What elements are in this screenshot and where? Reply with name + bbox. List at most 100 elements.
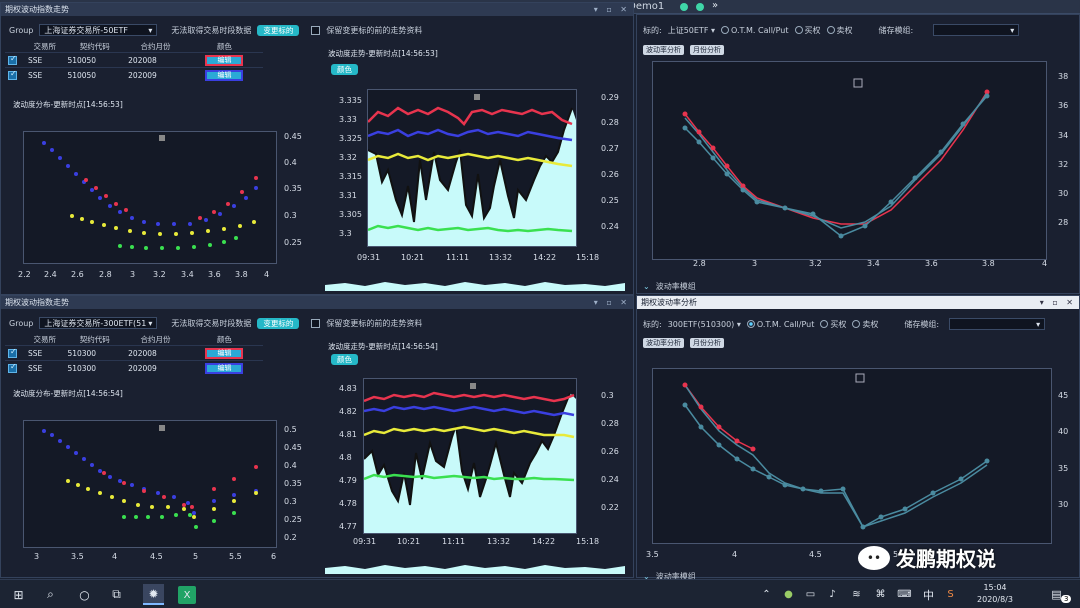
keyboard-icon[interactable]: ⌨ bbox=[894, 584, 915, 605]
underlying-select[interactable]: 300ETF(510300) ▾ bbox=[668, 320, 741, 329]
overview-strip[interactable] bbox=[325, 560, 625, 574]
table-row[interactable]: SSE510300202008 编辑 bbox=[5, 345, 263, 361]
table-row[interactable]: SSE510050202009 编辑 bbox=[5, 67, 263, 83]
tick-label: 0.24 bbox=[601, 475, 619, 484]
keep-history-label: 保留变更标的前的走势资料 bbox=[326, 318, 423, 328]
window-controls[interactable]: ▾ ▫ ✕ bbox=[594, 3, 630, 16]
radio-icon bbox=[826, 26, 835, 34]
edit-color-button[interactable]: 编辑 bbox=[205, 362, 244, 374]
tab-month-analysis[interactable]: 月份分析 bbox=[690, 45, 724, 55]
edit-color-button[interactable]: 编辑 bbox=[205, 54, 244, 66]
chevron-down-icon: ▾ bbox=[1036, 320, 1041, 329]
plot-handle[interactable] bbox=[855, 373, 865, 383]
windows-start-icon[interactable]: ⊞ bbox=[8, 584, 29, 605]
keep-history-checkbox[interactable] bbox=[311, 25, 321, 35]
keep-history-checkbox[interactable] bbox=[311, 318, 321, 328]
put-radio[interactable]: 卖权 bbox=[826, 25, 853, 36]
overview-strip[interactable] bbox=[325, 277, 625, 291]
tick-label: 2.2 bbox=[18, 270, 31, 279]
chevron-up-icon[interactable]: ⌃ bbox=[756, 584, 777, 605]
col-exchange: 交易所 bbox=[33, 335, 56, 344]
vol-trend-plot[interactable] bbox=[363, 378, 577, 534]
row-checkbox[interactable] bbox=[8, 69, 17, 80]
wifi-icon[interactable]: ≋ bbox=[846, 584, 867, 605]
table-row[interactable]: SSE510050202008 编辑 bbox=[5, 52, 263, 68]
edit-color-button[interactable]: 编辑 bbox=[205, 69, 244, 81]
otm-radio[interactable]: O.T.M. Call/Put bbox=[721, 26, 789, 35]
underlying-select[interactable]: 上证50ETF ▾ bbox=[668, 25, 715, 36]
no-data-text: 无法取得交易时段数据 bbox=[171, 318, 252, 328]
tab-month-analysis[interactable]: 月份分析 bbox=[690, 338, 724, 348]
no-data-text: 无法取得交易时段数据 bbox=[171, 25, 252, 35]
call-radio[interactable]: 买权 bbox=[794, 25, 821, 36]
chevron-down-icon: ▾ bbox=[736, 319, 741, 329]
window-controls[interactable]: ▾ ▫ ✕ bbox=[594, 296, 630, 309]
tab-vol-analysis[interactable]: 波动率分析 bbox=[643, 45, 684, 55]
collapse-icon[interactable]: » bbox=[712, 0, 718, 11]
search-icon[interactable]: ⌕ bbox=[40, 584, 61, 605]
tick-label: 30 bbox=[1058, 189, 1069, 198]
underlying-label: 标的: bbox=[643, 25, 662, 35]
ime-indicator[interactable]: 中 bbox=[918, 584, 939, 605]
tick-label: 3.325 bbox=[339, 134, 362, 143]
plot-handle[interactable] bbox=[474, 94, 480, 100]
status-dot-2[interactable] bbox=[696, 3, 704, 11]
plot-handle[interactable] bbox=[853, 78, 863, 88]
excel-icon[interactable]: X bbox=[178, 586, 196, 604]
otm-radio[interactable]: O.T.M. Call/Put bbox=[746, 320, 814, 329]
app-taskbar-icon[interactable]: ✹ bbox=[143, 584, 164, 605]
change-underlying-button[interactable]: 变更标的 bbox=[257, 24, 300, 36]
exchange-select[interactable]: 上海证券交易所-50ETF ▾ bbox=[39, 24, 158, 36]
vol-distribution-plot[interactable] bbox=[23, 420, 277, 548]
tick-label: 4.82 bbox=[339, 407, 357, 416]
exchange-select[interactable]: 上海证券交易所-300ETF(51 ▾ bbox=[39, 317, 158, 329]
vol-distribution-plot[interactable] bbox=[23, 131, 277, 264]
battery-icon[interactable]: ▭ bbox=[800, 584, 821, 605]
clock-time[interactable]: 15:04 bbox=[970, 583, 1020, 592]
status-dot-1[interactable] bbox=[680, 3, 688, 11]
row-checkbox[interactable] bbox=[8, 54, 17, 65]
dist-red-series bbox=[84, 176, 258, 220]
model-footer[interactable]: ⌄ 波动率模组 bbox=[643, 281, 696, 292]
vol-trend-plot[interactable] bbox=[367, 89, 577, 247]
tick-label: 09:31 bbox=[353, 537, 377, 546]
tab-vol-analysis[interactable]: 波动率分析 bbox=[643, 338, 684, 348]
save-model-select[interactable]: ▾ bbox=[949, 318, 1046, 330]
cortana-icon[interactable]: ○ bbox=[74, 584, 95, 605]
volume-icon[interactable]: ♪ bbox=[822, 584, 843, 605]
taskbar: ⊞ ⌕ ○ ⧉ ✹ X ⌃ ● ▭ ♪ ≋ ⌘ ⌨ 中 S 15:04 2020… bbox=[0, 579, 1080, 608]
tick-label: 11:11 bbox=[446, 253, 470, 262]
color-button[interactable]: 颜色 bbox=[331, 354, 358, 365]
sogou-icon[interactable]: S bbox=[940, 584, 961, 605]
edit-color-button[interactable]: 编辑 bbox=[205, 347, 244, 359]
clock-date[interactable]: 2020/8/3 bbox=[966, 595, 1024, 604]
put-radio[interactable]: 卖权 bbox=[852, 319, 878, 330]
tick-label: 0.24 bbox=[601, 222, 619, 231]
vol-smile-plot[interactable] bbox=[652, 368, 1052, 544]
call-radio[interactable]: 买权 bbox=[820, 319, 846, 330]
tick-label: 34 bbox=[1058, 131, 1069, 140]
plot-handle[interactable] bbox=[470, 383, 476, 389]
color-button[interactable]: 颜色 bbox=[331, 64, 358, 75]
dist-green-series bbox=[118, 236, 238, 250]
exchange-value: 上海证券交易所-300ETF(51 bbox=[44, 319, 147, 328]
table-row[interactable]: SSE510300202009 编辑 bbox=[5, 360, 263, 376]
col-month: 合约月份 bbox=[140, 42, 171, 51]
row-checkbox[interactable] bbox=[8, 347, 17, 358]
network-icon[interactable]: ⌘ bbox=[870, 584, 891, 605]
save-model-select[interactable]: ▾ bbox=[933, 24, 1020, 36]
panel-title-bar: 期权波动率分析 ▾ ▫ ✕ bbox=[637, 296, 1079, 309]
tray-app-icon[interactable]: ● bbox=[778, 584, 799, 605]
change-underlying-button[interactable]: 变更标的 bbox=[257, 317, 300, 329]
vol-smile-plot[interactable] bbox=[652, 61, 1047, 260]
tick-label: 0.3 bbox=[284, 497, 297, 506]
chevron-down-icon: ▾ bbox=[148, 26, 153, 35]
plot-handle[interactable] bbox=[159, 135, 165, 141]
window-controls[interactable]: ▾ ▫ ✕ bbox=[1040, 296, 1076, 309]
tick-label: 3.6 bbox=[208, 270, 221, 279]
row-checkbox[interactable] bbox=[8, 362, 17, 373]
task-view-icon[interactable]: ⧉ bbox=[106, 584, 127, 605]
cell: SSE bbox=[25, 52, 65, 68]
tick-label: 0.2 bbox=[284, 533, 297, 542]
plot-handle[interactable] bbox=[159, 425, 165, 431]
